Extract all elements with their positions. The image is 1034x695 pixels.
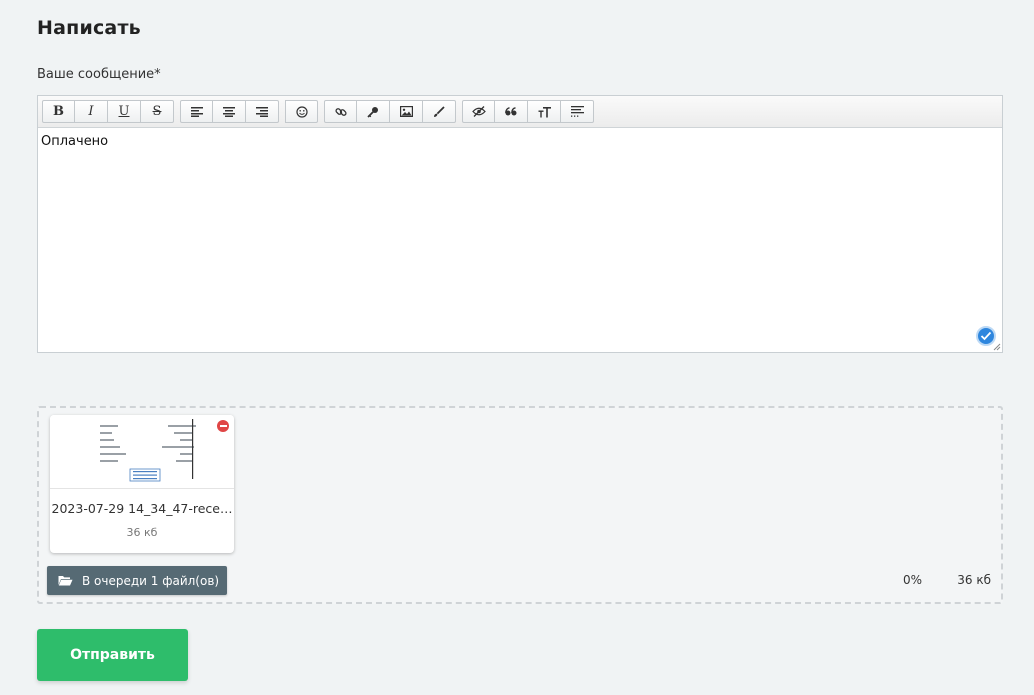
toolbar-group-align — [180, 100, 279, 127]
align-center-icon — [223, 106, 235, 117]
link-button[interactable] — [324, 100, 357, 123]
key-button[interactable] — [357, 100, 390, 123]
submit-button[interactable]: Отправить — [37, 629, 188, 681]
upload-total-size: 36 кб — [957, 573, 991, 587]
file-queue-button[interactable]: В очереди 1 файл(ов) — [47, 566, 227, 595]
font-size-button[interactable] — [528, 100, 561, 123]
bold-icon: B — [53, 104, 64, 119]
align-left-icon — [190, 106, 203, 117]
align-center-button[interactable] — [213, 100, 246, 123]
attachment-file-size: 36 кб — [126, 526, 158, 539]
quote-icon — [505, 106, 517, 115]
align-right-button[interactable] — [246, 100, 279, 123]
attachment-card[interactable]: 2023-07-29 14_34_47-rece… 36 кб — [50, 415, 234, 553]
folder-open-icon — [58, 576, 73, 586]
brush-button[interactable] — [423, 100, 456, 123]
message-editor[interactable]: B I U S Оплачено — [37, 95, 1003, 353]
message-input[interactable]: Оплачено — [38, 129, 1002, 352]
font-size-icon — [538, 106, 551, 117]
brush-icon — [434, 105, 445, 117]
underline-icon: U — [118, 104, 130, 119]
resize-grip-icon[interactable] — [993, 343, 1001, 351]
editor-toolbar: B I U S — [38, 96, 1002, 128]
attachment-file-name: 2023-07-29 14_34_47-rece… — [51, 501, 233, 516]
attachments-dropzone[interactable]: 2023-07-29 14_34_47-rece… 36 кб В очеред… — [37, 406, 1003, 604]
italic-icon: I — [88, 104, 94, 119]
hide-icon — [471, 106, 486, 117]
file-queue-label: В очереди 1 файл(ов) — [82, 573, 220, 588]
bold-button[interactable]: B — [42, 100, 75, 123]
image-icon — [399, 106, 413, 117]
smiley-button[interactable] — [285, 100, 318, 123]
page-title: Написать — [37, 17, 141, 39]
attachment-thumbnail — [50, 415, 234, 489]
message-label: Ваше сообщение* — [37, 67, 161, 82]
text-more-icon — [570, 106, 584, 117]
italic-button[interactable]: I — [75, 100, 108, 123]
toolbar-group-extra — [462, 100, 594, 127]
strikethrough-icon: S — [152, 104, 162, 119]
align-right-icon — [256, 106, 268, 117]
smiley-icon — [295, 105, 308, 118]
remove-attachment-button[interactable] — [217, 420, 229, 432]
link-icon — [334, 107, 347, 116]
text-more-button[interactable] — [561, 100, 594, 123]
underline-button[interactable]: U — [108, 100, 141, 123]
image-button[interactable] — [390, 100, 423, 123]
toolbar-group-format: B I U S — [42, 100, 174, 127]
strikethrough-button[interactable]: S — [141, 100, 174, 123]
upload-progress: 0% — [902, 573, 922, 587]
align-left-button[interactable] — [180, 100, 213, 123]
hide-button[interactable] — [462, 100, 495, 123]
toolbar-group-insert — [324, 100, 456, 127]
toolbar-group-emoji — [285, 100, 318, 127]
quote-button[interactable] — [495, 100, 528, 123]
key-icon — [367, 106, 378, 118]
